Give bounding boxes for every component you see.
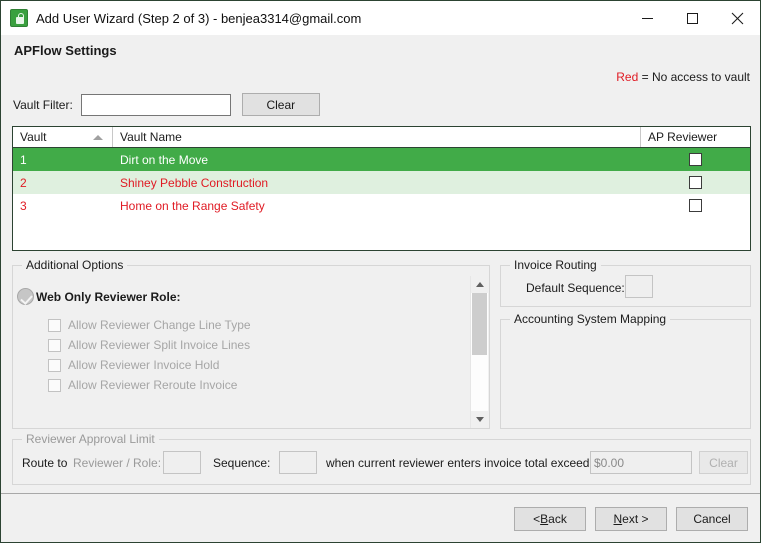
vault-filter-row: Vault Filter: Clear: [13, 93, 320, 116]
amount-input[interactable]: [590, 451, 692, 474]
reviewer-role-input[interactable]: [163, 451, 201, 474]
cell-ap-reviewer[interactable]: [641, 199, 749, 212]
ap-reviewer-checkbox[interactable]: [688, 199, 702, 212]
additional-options-scroll-area: Web Only Reviewer Role: Allow Reviewer C…: [14, 276, 490, 428]
back-accel: B: [540, 512, 549, 526]
footer-separator: [1, 493, 760, 494]
option-allow-reviewer-reroute-invoice[interactable]: Allow Reviewer Reroute Invoice: [48, 378, 237, 392]
option-label: Allow Reviewer Split Invoice Lines: [68, 338, 251, 352]
option-allow-reviewer-change-line-type[interactable]: Allow Reviewer Change Line Type: [48, 318, 251, 332]
cancel-button[interactable]: Cancel: [676, 507, 748, 531]
vault-grid: Vault Vault Name AP Reviewer 1 Dirt on t…: [12, 126, 751, 251]
window-controls: [625, 1, 760, 35]
route-to-label: Route to: [22, 456, 68, 470]
column-header-vault-name[interactable]: Vault Name: [113, 127, 641, 147]
option-allow-reviewer-invoice-hold[interactable]: Allow Reviewer Invoice Hold: [48, 358, 219, 372]
cell-vault-id: 1: [20, 152, 27, 167]
legend-description: = No access to vault: [641, 70, 750, 84]
invoice-routing-group: Invoice Routing Default Sequence:: [500, 258, 751, 307]
sort-ascending-icon: [93, 135, 103, 140]
cell-ap-reviewer[interactable]: [641, 153, 749, 166]
additional-options-scrollbar[interactable]: [470, 276, 488, 428]
option-allow-reviewer-split-invoice-lines[interactable]: Allow Reviewer Split Invoice Lines: [48, 338, 250, 352]
option-label: Allow Reviewer Invoice Hold: [68, 358, 220, 372]
checkbox[interactable]: [48, 358, 61, 372]
table-row[interactable]: 1 Dirt on the Move: [13, 148, 750, 171]
page-title: APFlow Settings: [14, 43, 117, 58]
column-header-vault-name-label: Vault Name: [120, 130, 182, 144]
checkbox[interactable]: [48, 318, 61, 332]
next-accel: N: [613, 512, 623, 526]
add-user-wizard-window: Add User Wizard (Step 2 of 3) - benjea33…: [0, 0, 761, 543]
checkbox[interactable]: [48, 338, 61, 352]
next-button[interactable]: Next >: [595, 507, 667, 531]
vault-filter-input[interactable]: [80, 93, 231, 116]
minimize-button[interactable]: [625, 1, 670, 35]
chevron-down-icon: [475, 417, 484, 422]
table-row[interactable]: 2 Shiney Pebble Construction: [13, 171, 750, 194]
chevron-up-icon: [475, 282, 484, 287]
accounting-system-mapping-title: Accounting System Mapping: [510, 312, 671, 326]
legend-keyword: Red: [616, 70, 639, 84]
cell-ap-reviewer[interactable]: [641, 176, 749, 189]
invoice-routing-title: Invoice Routing: [510, 258, 601, 272]
checkbox[interactable]: [48, 378, 61, 392]
reviewer-approval-limit-group: Reviewer Approval Limit Route to Reviewe…: [12, 432, 752, 486]
option-label: Allow Reviewer Change Line Type: [68, 318, 251, 332]
sequence-label: Sequence:: [213, 456, 271, 470]
cell-vault-id: 3: [20, 198, 27, 213]
close-button[interactable]: [715, 1, 760, 35]
scroll-down-button[interactable]: [471, 411, 488, 428]
clear-filter-button[interactable]: Clear: [241, 93, 320, 116]
cell-vault-name: Shiney Pebble Construction: [120, 175, 269, 190]
legend: Red = No access to vault: [616, 70, 750, 84]
cell-vault-name: Home on the Range Safety: [120, 198, 265, 213]
clear-approval-limit-button[interactable]: Clear: [699, 451, 748, 474]
vault-filter-label: Vault Filter:: [13, 97, 73, 112]
back-prefix: <: [533, 512, 541, 526]
ap-reviewer-checkbox[interactable]: [688, 176, 702, 189]
cell-vault-id: 2: [20, 175, 27, 190]
cell-vault-name: Dirt on the Move: [120, 152, 209, 167]
default-sequence-input[interactable]: [625, 275, 653, 298]
back-suffix: ack: [548, 512, 567, 526]
additional-options-group: Additional Options Web Only Reviewer Rol…: [12, 258, 490, 429]
accounting-system-mapping-group: Accounting System Mapping: [500, 312, 751, 429]
web-only-reviewer-role-row[interactable]: Web Only Reviewer Role:: [17, 288, 181, 305]
column-header-ap-reviewer[interactable]: AP Reviewer: [641, 127, 749, 147]
column-header-ap-reviewer-label: AP Reviewer: [648, 130, 718, 144]
column-header-vault-label: Vault: [20, 130, 47, 144]
table-row[interactable]: 3 Home on the Range Safety: [13, 194, 750, 217]
reviewer-approval-limit-content: Route to Reviewer / Role: Sequence: when…: [13, 440, 752, 486]
back-button[interactable]: < Back: [514, 507, 586, 531]
vault-app-icon: [10, 9, 28, 27]
column-header-vault[interactable]: Vault: [13, 127, 113, 147]
default-sequence-label: Default Sequence:: [526, 281, 625, 295]
check-circle-icon: [17, 288, 34, 305]
grid-header-row: Vault Vault Name AP Reviewer: [13, 127, 750, 148]
reviewer-role-label: Reviewer / Role:: [73, 456, 162, 470]
scroll-up-button[interactable]: [471, 276, 488, 293]
sequence-input[interactable]: [279, 451, 317, 474]
scrollbar-thumb[interactable]: [472, 293, 487, 355]
option-label: Allow Reviewer Reroute Invoice: [68, 378, 238, 392]
exceeding-label: when current reviewer enters invoice tot…: [326, 456, 609, 470]
next-suffix: ext >: [622, 512, 649, 526]
title-bar: Add User Wizard (Step 2 of 3) - benjea33…: [1, 1, 760, 35]
web-only-reviewer-role-label: Web Only Reviewer Role:: [36, 289, 181, 304]
window-title: Add User Wizard (Step 2 of 3) - benjea33…: [36, 10, 362, 26]
footer-buttons: < Back Next > Cancel: [514, 507, 748, 531]
ap-reviewer-checkbox[interactable]: [688, 153, 702, 166]
maximize-button[interactable]: [670, 1, 715, 35]
additional-options-title: Additional Options: [22, 258, 128, 272]
